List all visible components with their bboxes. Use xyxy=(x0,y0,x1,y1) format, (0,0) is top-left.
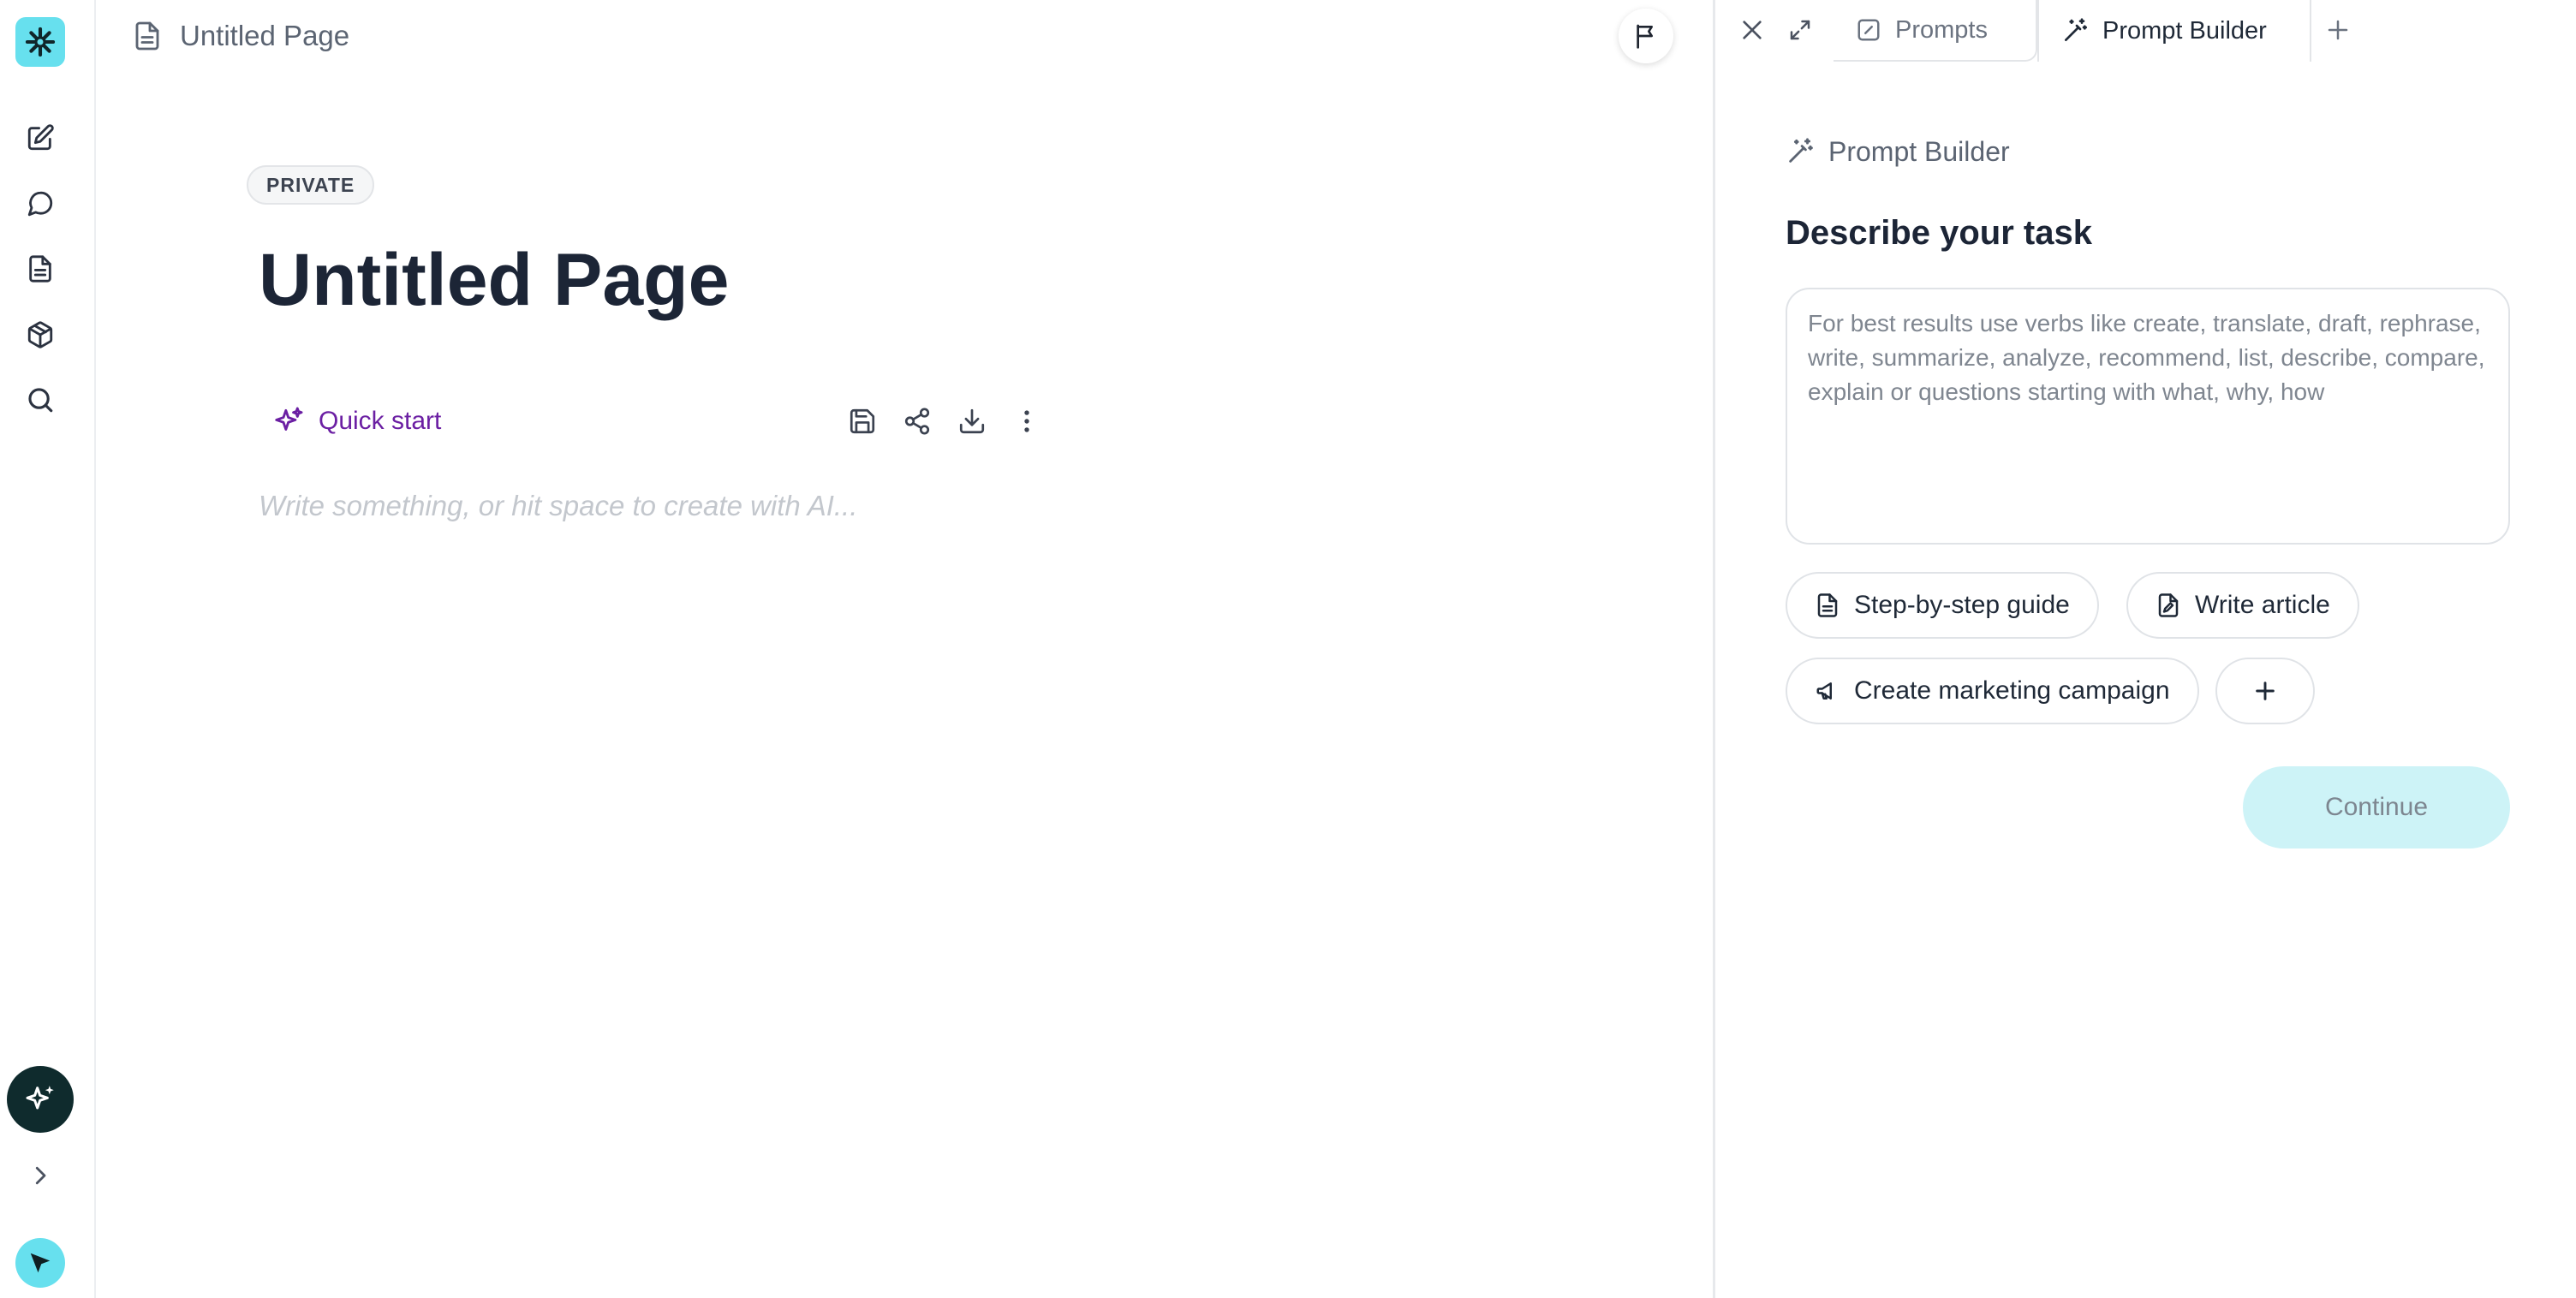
more-vertical-icon xyxy=(1024,410,1029,432)
close-panel-button[interactable] xyxy=(1731,9,1774,51)
continue-button[interactable]: Continue xyxy=(2243,766,2510,848)
ai-assistant-button[interactable] xyxy=(7,1066,74,1133)
add-suggestion-button[interactable] xyxy=(2215,658,2315,724)
tab-prompts[interactable]: Prompts xyxy=(1834,0,2037,62)
app-logo[interactable] xyxy=(15,17,65,67)
nav-new-page[interactable] xyxy=(19,116,62,159)
maximize-icon xyxy=(1790,20,1810,40)
suggestion-label: Write article xyxy=(2195,591,2330,619)
suggestion-step-by-step-guide[interactable]: Step-by-step guide xyxy=(1786,572,2099,639)
task-heading: Describe your task xyxy=(1786,214,2092,252)
prompt-builder-panel: Prompts Prompt Builder Prompt Builder De… xyxy=(1713,0,2576,1298)
megaphone-icon xyxy=(1816,682,1832,700)
asterisk-logo-icon xyxy=(25,27,56,57)
chevron-right-icon xyxy=(35,1166,46,1185)
flag-icon xyxy=(1637,24,1653,49)
page-toolbar xyxy=(841,399,1048,444)
nav-documents[interactable] xyxy=(19,247,62,290)
magic-wand-icon xyxy=(1789,138,1813,163)
download-button[interactable] xyxy=(951,400,993,443)
quick-start-label: Quick start xyxy=(319,407,442,435)
sparkle-icon xyxy=(275,407,303,431)
edit-icon xyxy=(27,124,54,151)
document-icon xyxy=(135,21,159,51)
more-options-button[interactable] xyxy=(1005,400,1048,443)
add-tab-button[interactable] xyxy=(2317,9,2359,51)
download-icon xyxy=(959,408,985,434)
cursor-mode-button[interactable] xyxy=(15,1238,65,1288)
task-description-input[interactable] xyxy=(1786,288,2510,545)
suggestion-create-marketing-campaign[interactable]: Create marketing campaign xyxy=(1786,658,2199,724)
suggestion-label: Create marketing campaign xyxy=(1854,676,2170,705)
prompt-builder-header-label: Prompt Builder xyxy=(1828,135,2010,167)
breadcrumb-title[interactable]: Untitled Page xyxy=(180,20,349,52)
edit-square-icon xyxy=(1857,19,1880,41)
visibility-badge[interactable]: PRIVATE xyxy=(247,165,375,205)
prompt-builder-header: Prompt Builder xyxy=(1786,130,2010,173)
expand-panel-button[interactable] xyxy=(1779,9,1822,51)
chat-bubble-icon xyxy=(27,191,53,217)
sparkle-icon xyxy=(26,1086,54,1110)
nav-search[interactable] xyxy=(19,378,62,421)
document-icon xyxy=(29,255,51,283)
suggestion-label: Step-by-step guide xyxy=(1854,591,2070,619)
tab-prompt-builder-label: Prompt Builder xyxy=(2102,16,2267,45)
tab-prompt-builder[interactable]: Prompt Builder xyxy=(2037,0,2311,62)
search-icon xyxy=(28,388,53,413)
editor-area: Untitled Page PRIVATE Untitled Page Quic… xyxy=(96,0,1713,1298)
box-icon xyxy=(27,321,53,348)
expand-sidebar-button[interactable] xyxy=(21,1156,60,1195)
editor-body-placeholder[interactable]: Write something, or hit space to create … xyxy=(259,490,857,522)
panel-tab-bar: Prompts Prompt Builder xyxy=(1715,0,2576,62)
save-icon xyxy=(850,408,875,434)
save-button[interactable] xyxy=(841,400,884,443)
file-edit-icon xyxy=(2158,593,2179,617)
report-flag-button[interactable] xyxy=(1619,9,1673,63)
cursor-arrow-icon xyxy=(30,1253,51,1273)
nav-packages[interactable] xyxy=(19,313,62,356)
document-icon xyxy=(1817,593,1838,617)
left-nav-rail xyxy=(0,0,96,1298)
tab-prompts-label: Prompts xyxy=(1895,15,1988,44)
close-icon xyxy=(1743,21,1762,39)
plus-icon xyxy=(2328,20,2348,40)
share-button[interactable] xyxy=(896,400,939,443)
magic-wand-icon xyxy=(2065,18,2087,41)
page-title[interactable]: Untitled Page xyxy=(259,238,730,323)
quick-start-button[interactable]: Quick start xyxy=(272,399,441,444)
share-icon xyxy=(904,408,930,435)
plus-icon xyxy=(2256,682,2275,700)
suggestion-write-article[interactable]: Write article xyxy=(2126,572,2359,639)
nav-chat[interactable] xyxy=(19,182,62,225)
breadcrumb: Untitled Page xyxy=(132,15,349,57)
